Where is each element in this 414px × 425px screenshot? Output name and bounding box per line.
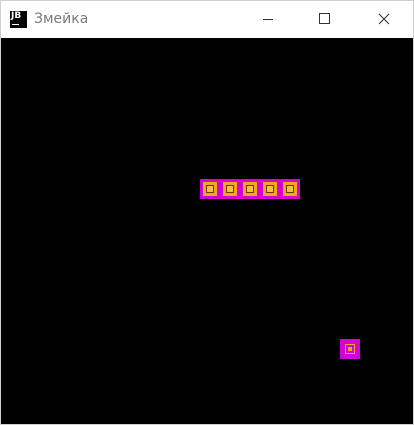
snake-segment [220, 179, 240, 199]
app-icon-text: JB [11, 11, 22, 21]
food-item [340, 339, 360, 359]
maximize-icon [319, 13, 330, 24]
game-window: JB Змейка [0, 0, 414, 425]
window-title: Змейка [34, 11, 89, 27]
snake-head [280, 179, 300, 199]
close-icon [378, 13, 390, 25]
game-board[interactable] [1, 38, 413, 424]
snake-segment [240, 179, 260, 199]
title-bar[interactable]: JB Змейка [1, 1, 413, 38]
snake-segment [200, 179, 220, 199]
close-button[interactable] [361, 1, 407, 38]
snake-segment [260, 179, 280, 199]
maximize-button[interactable] [301, 1, 347, 38]
jetbrains-logo-icon: JB [10, 11, 27, 28]
minimize-button[interactable] [245, 1, 291, 38]
minimize-icon [263, 19, 273, 20]
